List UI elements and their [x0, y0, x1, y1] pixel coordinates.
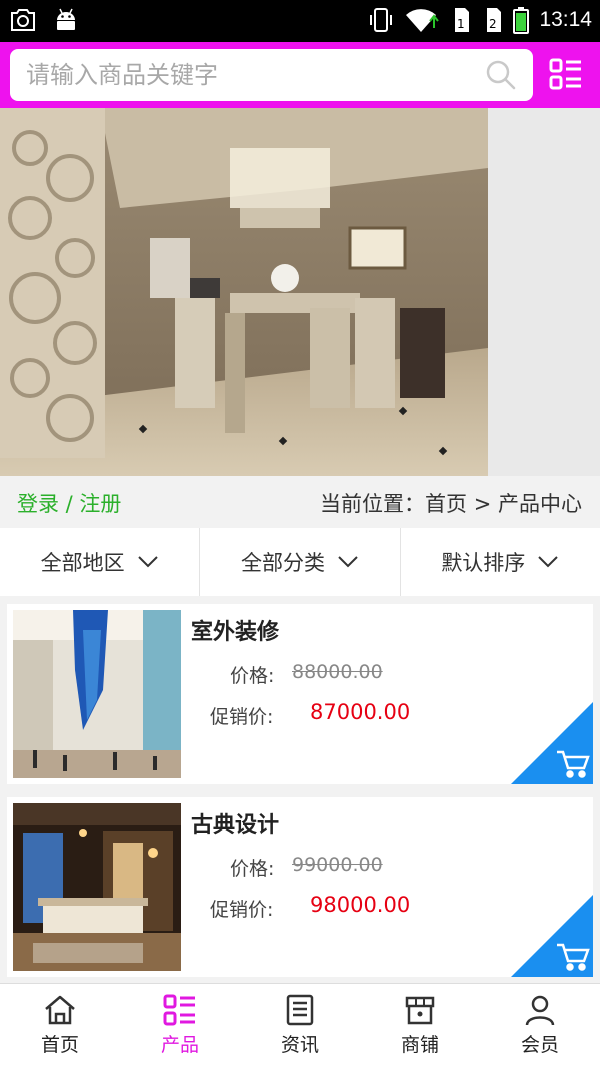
nav-member-label: 会员	[520, 1034, 559, 1056]
filter-category-dropdown[interactable]: 全部分类	[200, 528, 401, 596]
status-bar: 1 2 13:14	[0, 0, 600, 42]
search-bar[interactable]	[10, 49, 533, 101]
filter-sort-label: 默认排序	[441, 551, 526, 575]
product-image	[13, 610, 181, 778]
filter-bar: 全部地区 全部分类 默认排序	[0, 528, 600, 596]
price-label: 价格:	[230, 858, 275, 880]
chevron-down-icon	[137, 556, 158, 568]
banner-carousel[interactable]	[0, 108, 600, 476]
product-name[interactable]: 古典设计	[191, 807, 279, 839]
promo-price: 98000.00	[310, 893, 411, 917]
clock: 13:14	[539, 8, 592, 31]
nav-member[interactable]: 会员	[480, 984, 600, 1067]
chevron-down-icon	[338, 556, 358, 568]
battery-icon	[513, 7, 530, 34]
promo-price-label: 促销价:	[210, 706, 274, 728]
nav-stores[interactable]: 商铺	[360, 984, 480, 1067]
banner-image	[0, 108, 488, 476]
product-name[interactable]: 室外装修	[191, 614, 279, 646]
filter-category-label: 全部分类	[240, 551, 325, 575]
nav-home-label: 首页	[40, 1034, 79, 1056]
price-label: 价格:	[230, 665, 275, 687]
login-register-link[interactable]: 登录 / 注册	[17, 488, 121, 518]
promo-price-label: 促销价:	[210, 899, 274, 921]
screenshot-icon	[11, 9, 35, 31]
product-card[interactable]: 古典设计 价格: 99000.00 促销价: 98000.00	[7, 797, 593, 977]
nav-news-label: 资讯	[280, 1034, 319, 1056]
filter-region-dropdown[interactable]: 全部地区	[0, 528, 201, 596]
product-card[interactable]: 室外装修 价格: 88000.00 促销价: 87000.00	[7, 604, 593, 784]
filter-region-label: 全部地区	[40, 551, 125, 575]
search-icon[interactable]	[485, 59, 517, 91]
add-to-cart-button[interactable]	[511, 702, 593, 784]
category-grid-icon[interactable]	[549, 58, 583, 90]
search-input[interactable]	[26, 49, 466, 101]
vibrate-icon	[370, 8, 393, 32]
svg-text:2: 2	[489, 17, 497, 31]
product-image	[13, 803, 181, 971]
member-icon	[525, 995, 555, 1026]
nav-stores-label: 商铺	[400, 1034, 439, 1056]
promo-price: 87000.00	[310, 700, 411, 724]
original-price: 99000.00	[292, 854, 383, 876]
news-icon	[286, 994, 314, 1026]
original-price: 88000.00	[292, 661, 383, 683]
wifi-icon	[406, 9, 440, 33]
nav-home[interactable]: 首页	[0, 984, 120, 1067]
add-to-cart-button[interactable]	[511, 895, 593, 977]
sim1-icon: 1	[455, 8, 470, 32]
nav-products[interactable]: 产品	[120, 984, 240, 1067]
nav-products-label: 产品	[160, 1034, 199, 1056]
nav-news[interactable]: 资讯	[240, 984, 360, 1067]
product-list-icon	[163, 994, 195, 1026]
breadcrumb: 当前位置：首页 > 产品中心	[320, 492, 582, 516]
user-location-bar: 登录 / 注册 当前位置：首页 > 产品中心	[0, 476, 600, 528]
store-icon	[405, 996, 435, 1025]
top-header	[0, 42, 600, 108]
filter-sort-dropdown[interactable]: 默认排序	[401, 528, 600, 596]
sim2-icon: 2	[487, 8, 502, 32]
home-icon	[45, 995, 75, 1025]
android-icon	[57, 8, 75, 30]
chevron-down-icon	[538, 556, 559, 568]
svg-text:1: 1	[457, 17, 465, 31]
bottom-nav: 首页 产品 资讯 商铺 会员	[0, 983, 600, 1067]
